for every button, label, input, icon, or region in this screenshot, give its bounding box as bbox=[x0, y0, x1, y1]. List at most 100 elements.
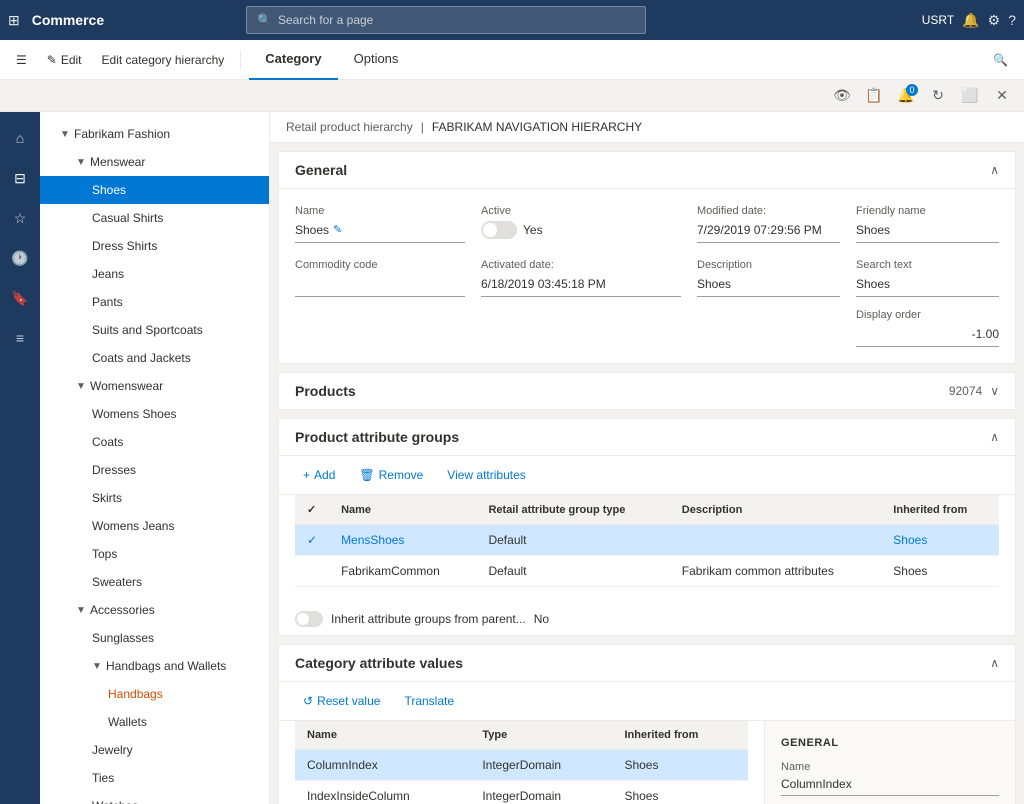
name-edit-icon[interactable]: ✎ bbox=[333, 223, 342, 236]
nav-item-pants[interactable]: Pants bbox=[40, 288, 269, 316]
table-row[interactable]: IndexInsideColumn IntegerDomain Shoes bbox=[295, 781, 748, 804]
search-text-label: Search text bbox=[856, 259, 999, 271]
view-icon[interactable]: 👁 bbox=[828, 82, 856, 110]
search-input[interactable] bbox=[278, 13, 635, 27]
commodity-value bbox=[295, 275, 465, 297]
notification-icon[interactable]: 🔔 0 bbox=[892, 82, 920, 110]
check-icon: ✓ bbox=[307, 533, 317, 547]
filter-icon[interactable]: ⊟ bbox=[2, 160, 38, 196]
global-search-box[interactable]: 🔍 bbox=[246, 6, 646, 34]
sidebar-icons: ⌂ ⊟ ☆ 🕐 🔖 ≡ bbox=[0, 112, 40, 804]
attr-inherited-cell: Shoes bbox=[881, 556, 999, 587]
nav-item-sunglasses[interactable]: Sunglasses bbox=[40, 624, 269, 652]
search-text-value: Shoes bbox=[856, 275, 999, 297]
apps-grid-icon[interactable]: ⊞ bbox=[8, 12, 20, 29]
cat-inherited-cell: Shoes bbox=[612, 750, 748, 781]
nav-item-root[interactable]: ▼ Fabrikam Fashion bbox=[40, 120, 269, 148]
active-toggle-switch[interactable] bbox=[481, 221, 517, 239]
nav-item-jeans[interactable]: Jeans bbox=[40, 260, 269, 288]
nav-item-label: Womens Jeans bbox=[92, 519, 174, 533]
nav-item-label: Sweaters bbox=[92, 575, 142, 589]
view-attributes-button[interactable]: View attributes bbox=[439, 464, 534, 486]
nav-item-womens-jeans[interactable]: Womens Jeans bbox=[40, 512, 269, 540]
tab-options[interactable]: Options bbox=[338, 40, 415, 80]
products-section-header[interactable]: Products 92074 ∨ bbox=[279, 373, 1015, 409]
list-icon[interactable]: ≡ bbox=[2, 320, 38, 356]
inherit-toggle-thumb bbox=[297, 613, 309, 625]
nav-item-accessories[interactable]: ▼ Accessories bbox=[40, 596, 269, 624]
cat-attr-table-container: Name Type Inherited from ColumnIndex Int… bbox=[279, 721, 765, 804]
nav-item-label: Casual Shirts bbox=[92, 211, 163, 225]
active-field: Active Yes bbox=[481, 205, 681, 243]
refresh-icon[interactable]: ↻ bbox=[924, 82, 952, 110]
nav-item-skirts[interactable]: Skirts bbox=[40, 484, 269, 512]
reset-value-button[interactable]: ↺ Reset value bbox=[295, 690, 388, 712]
inherit-toggle-row: Inherit attribute groups from parent... … bbox=[279, 603, 1015, 635]
detail-name-label: Name bbox=[781, 761, 999, 773]
general-section-header[interactable]: General ∧ bbox=[279, 152, 1015, 189]
nav-item-ties[interactable]: Ties bbox=[40, 764, 269, 792]
bell-icon[interactable]: 🔔 bbox=[962, 12, 979, 29]
table-row[interactable]: ColumnIndex IntegerDomain Shoes bbox=[295, 750, 748, 781]
active-toggle: Yes bbox=[481, 221, 681, 239]
nav-item-handbags[interactable]: Handbags bbox=[40, 680, 269, 708]
nav-item-shoes[interactable]: Shoes bbox=[40, 176, 269, 204]
translate-button[interactable]: Translate bbox=[396, 690, 462, 712]
nav-item-tops[interactable]: Tops bbox=[40, 540, 269, 568]
nav-item-sweaters[interactable]: Sweaters bbox=[40, 568, 269, 596]
help-icon[interactable]: ? bbox=[1008, 12, 1016, 28]
nav-item-label: Coats bbox=[92, 435, 123, 449]
gear-icon[interactable]: ⚙ bbox=[988, 12, 1001, 29]
nav-item-label: Wallets bbox=[108, 715, 147, 729]
nav-item-womenswear[interactable]: ▼ Womenswear bbox=[40, 372, 269, 400]
edit-button[interactable]: ✎ Edit bbox=[39, 49, 90, 71]
nav-item-label: Menswear bbox=[90, 155, 145, 169]
nav-item-menswear[interactable]: ▼ Menswear bbox=[40, 148, 269, 176]
arrow-icon: ▼ bbox=[76, 605, 88, 616]
share-icon[interactable]: 📋 bbox=[860, 82, 888, 110]
nav-item-dresses[interactable]: Dresses bbox=[40, 456, 269, 484]
friendly-label: Friendly name bbox=[856, 205, 999, 217]
remove-button[interactable]: 🗑 Remove bbox=[351, 464, 431, 486]
star-icon[interactable]: ☆ bbox=[2, 200, 38, 236]
history-icon[interactable]: 🕐 bbox=[2, 240, 38, 276]
chevron-up-icon: ∧ bbox=[990, 656, 999, 670]
nav-item-coats-jackets[interactable]: Coats and Jackets bbox=[40, 344, 269, 372]
inherit-toggle-switch[interactable] bbox=[295, 611, 323, 627]
cat-attr-header[interactable]: Category attribute values ∧ bbox=[279, 645, 1015, 682]
maximize-icon[interactable]: ⬜ bbox=[956, 82, 984, 110]
remove-icon: 🗑 bbox=[359, 468, 374, 482]
tab-category[interactable]: Category bbox=[249, 40, 337, 80]
nav-item-wallets[interactable]: Wallets bbox=[40, 708, 269, 736]
cat-attr-toolbar: ↺ Reset value Translate bbox=[279, 682, 1015, 721]
attr-name-link[interactable]: MensShoes bbox=[341, 533, 404, 547]
col-inherited: Inherited from bbox=[881, 495, 999, 525]
products-count: 92074 bbox=[949, 384, 982, 398]
nav-item-coats[interactable]: Coats bbox=[40, 428, 269, 456]
cmd-search-icon[interactable]: 🔍 bbox=[985, 49, 1016, 71]
nav-item-watches[interactable]: Watches bbox=[40, 792, 269, 804]
edit-category-button[interactable]: Edit category hierarchy bbox=[94, 49, 233, 71]
arrow-icon: ▼ bbox=[92, 661, 104, 672]
reset-icon: ↺ bbox=[303, 694, 313, 708]
nav-item-casual-shirts[interactable]: Casual Shirts bbox=[40, 204, 269, 232]
close-icon[interactable]: ✕ bbox=[988, 82, 1016, 110]
nav-item-suits[interactable]: Suits and Sportcoats bbox=[40, 316, 269, 344]
main-content: Retail product hierarchy | FABRIKAM NAVI… bbox=[270, 112, 1024, 804]
main-layout: ⌂ ⊟ ☆ 🕐 🔖 ≡ ▼ Fabrikam Fashion ▼ Menswea… bbox=[0, 112, 1024, 804]
active-toggle-label: Yes bbox=[523, 223, 543, 237]
bookmark-icon[interactable]: 🔖 bbox=[2, 280, 38, 316]
table-row[interactable]: ✓ MensShoes Default Shoes bbox=[295, 525, 999, 556]
hamburger-button[interactable]: ☰ bbox=[8, 49, 35, 71]
nav-item-womens-shoes[interactable]: Womens Shoes bbox=[40, 400, 269, 428]
table-row[interactable]: FabrikamCommon Default Fabrikam common a… bbox=[295, 556, 999, 587]
nav-item-handbags-wallets[interactable]: ▼ Handbags and Wallets bbox=[40, 652, 269, 680]
home-icon[interactable]: ⌂ bbox=[2, 120, 38, 156]
attr-inherited-link[interactable]: Shoes bbox=[893, 533, 927, 547]
add-button[interactable]: + Add bbox=[295, 464, 343, 486]
breadcrumb-separator: | bbox=[421, 120, 424, 134]
nav-item-jewelry[interactable]: Jewelry bbox=[40, 736, 269, 764]
nav-item-label: Accessories bbox=[90, 603, 155, 617]
attr-groups-header[interactable]: Product attribute groups ∧ bbox=[279, 419, 1015, 456]
nav-item-dress-shirts[interactable]: Dress Shirts bbox=[40, 232, 269, 260]
